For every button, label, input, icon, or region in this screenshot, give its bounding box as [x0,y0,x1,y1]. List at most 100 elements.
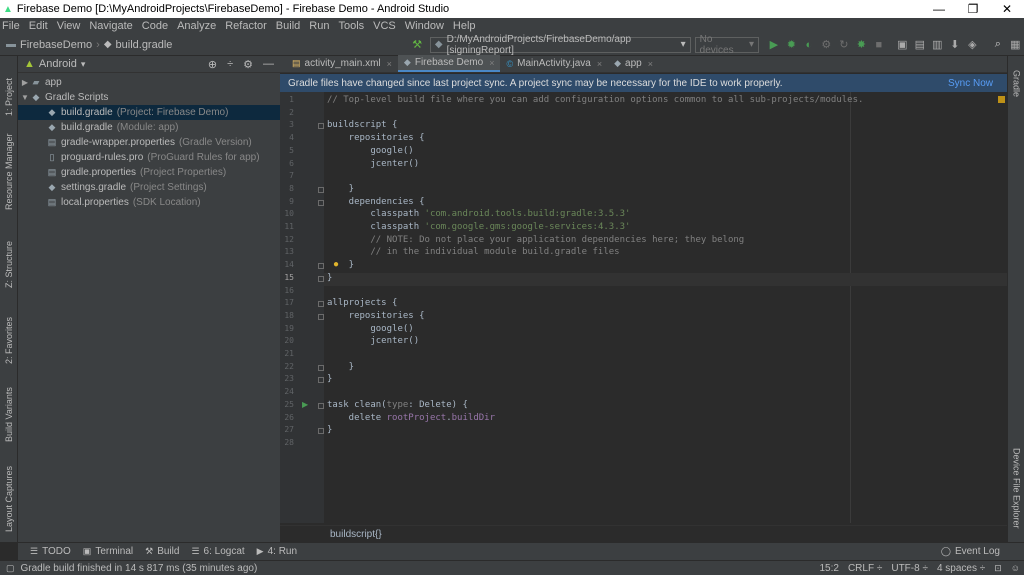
menu-edit[interactable]: Edit [29,20,48,32]
tab-favorites[interactable]: 2: Favorites [0,306,18,364]
assistant-icon[interactable]: ◈ [964,38,982,51]
tree-item[interactable]: ▤ local.properties (SDK Location) [18,195,280,210]
tab-build-variants[interactable]: Build Variants [0,378,18,442]
caret-position[interactable]: 15:2 [819,563,838,574]
breadcrumb-file[interactable]: build.gradle [116,39,173,51]
sync-project-icon[interactable]: ▣ [894,38,912,51]
editor-tab[interactable]: ◆ app × [608,55,659,72]
run-icon[interactable]: ▶ [765,38,783,51]
editor-tab[interactable]: © MainActivity.java × [500,55,608,72]
tree-item[interactable]: ◆ settings.gradle (Project Settings) [18,180,280,195]
tree-item[interactable]: ▯ proguard-rules.pro (ProGuard Rules for a… [18,150,280,165]
tab-structure[interactable]: Z: Structure [0,232,18,288]
menu-refactor[interactable]: Refactor [225,20,267,32]
right-margin-guide [850,92,851,523]
file-encoding[interactable]: UTF-8 ÷ [891,563,928,574]
profile-icon[interactable]: ◐ [800,39,818,51]
attach-debugger-icon[interactable]: ⚙ [818,38,836,51]
device-select[interactable]: No devices ▾ [694,33,760,56]
chevron-down-icon: ▾ [749,39,755,50]
indent-setting[interactable]: 4 spaces ÷ [937,563,985,574]
menu-file[interactable]: File [2,20,20,32]
line-separator[interactable]: CRLF ÷ [848,563,882,574]
code-line: repositories { [327,310,425,321]
close-icon[interactable]: × [489,58,494,68]
chevron-down-icon[interactable]: ▼ [20,93,30,102]
search-icon[interactable]: ⌕ [989,38,1007,51]
menu-window[interactable]: Window [405,20,444,32]
project-view-select[interactable]: Android [39,58,77,70]
tree-item[interactable]: ◆ build.gradle (Module: app) [18,120,280,135]
menu-help[interactable]: Help [453,20,476,32]
maximize-button[interactable]: ❐ [956,2,990,16]
coverage-icon[interactable]: ✸ [853,38,871,51]
lock-icon[interactable]: ⊡ [994,563,1002,574]
line-number: 24 [284,387,294,397]
menu-code[interactable]: Code [142,20,168,32]
layout-toggle-icon[interactable]: ▢ [6,563,15,574]
debug-icon[interactable]: ✹ [783,38,801,51]
avd-manager-icon[interactable]: ▥ [929,38,947,51]
line-number: 26 [284,412,294,422]
sdk-manager-icon[interactable]: ⬇ [946,38,964,51]
tree-item[interactable]: ▤ gradle.properties (Project Properties) [18,165,280,180]
breadcrumb-project[interactable]: FirebaseDemo [20,39,92,51]
menu-run[interactable]: Run [309,20,329,32]
close-icon[interactable]: × [597,59,602,69]
make-project-hammer-icon[interactable]: ⚒ [408,38,426,51]
status-bar: ▢ Gradle build finished in 14 s 817 ms (… [0,560,1024,575]
code-editor[interactable]: // Top-level build file where you can ad… [324,92,1007,523]
menu-analyze[interactable]: Analyze [177,20,216,32]
run-configuration-select[interactable]: ◆ D:/MyAndroidProjects/FirebaseDemo/app … [429,34,691,56]
editor-tab[interactable]: ◆ Firebase Demo × [397,55,501,72]
bottom-tool-label: Terminal [95,546,134,557]
bottom-tool-button[interactable]: ⚒ Build [145,546,179,557]
tab-layout-captures[interactable]: Layout Captures [0,460,18,532]
sync-now-link[interactable]: Sync Now [948,78,993,89]
code-line: jcenter() [327,336,420,347]
menu-vcs[interactable]: VCS [373,20,396,32]
bottom-tool-button[interactable]: ☰ 6: Logcat [191,546,244,557]
close-button[interactable]: ✕ [990,2,1024,16]
bottom-tool-button[interactable]: ▶ 4: Run [257,546,297,557]
chevron-down-icon[interactable]: ▾ [81,59,86,70]
minimize-button[interactable]: — [922,2,956,16]
lightbulb-icon[interactable]: ● [333,259,339,270]
tree-item[interactable]: ▶ ▰ app [18,75,280,90]
line-number: 11 [284,222,294,231]
tab-project[interactable]: 1: Project [0,62,18,116]
chevron-right-icon[interactable]: ▶ [20,78,30,87]
menu-build[interactable]: Build [276,20,300,32]
tree-item[interactable]: ▤ gradle-wrapper.properties (Gradle Versio… [18,135,280,150]
close-icon[interactable]: × [648,59,653,69]
layout-icon[interactable]: ▦ [1007,38,1024,51]
editor-breadcrumb-item[interactable]: buildscript{} [330,529,382,540]
collapse-all-icon[interactable]: ÷ [227,58,233,70]
project-panel: ▲ Android ▾ ⊕ ÷ ⚙ — ▶ ▰ app ▼ ◆ Gradle Script… [18,56,280,542]
warning-marker[interactable] [998,96,1005,103]
locate-icon[interactable]: ⊕ [208,58,217,71]
tree-item-hint: (Project Properties) [140,167,227,178]
hide-panel-icon[interactable]: — [263,58,274,70]
bottom-tool-button[interactable]: ▣ Terminal [83,546,133,557]
menu-view[interactable]: View [57,20,81,32]
project-structure-icon[interactable]: ▤ [911,38,929,51]
tab-device-file-explorer[interactable]: Device File Explorer [1008,448,1024,540]
close-icon[interactable]: × [387,59,392,69]
tree-item[interactable]: ◆ build.gradle (Project: Firebase Demo) [18,105,280,120]
tab-resource-manager[interactable]: Resource Manager [0,128,18,210]
bottom-tool-button[interactable]: ☰ TODO [30,546,71,557]
event-log-button[interactable]: ◯ Event Log [941,546,1000,557]
tab-gradle[interactable]: Gradle [1008,70,1024,110]
tree-item[interactable]: ▼ ◆ Gradle Scripts [18,90,280,105]
apply-changes-icon[interactable]: ↻ [835,38,853,51]
device-select-value: No devices [699,33,734,56]
inspector-icon[interactable]: ☺ [1011,563,1020,573]
menu-tools[interactable]: Tools [338,20,364,32]
menu-navigate[interactable]: Navigate [89,20,132,32]
status-message[interactable]: Gradle build finished in 14 s 817 ms (35… [21,563,258,574]
run-gutter-icon[interactable]: ▶ [302,400,308,409]
editor-tab[interactable]: ▤ activity_main.xml × [286,55,398,72]
stop-icon[interactable]: ■ [870,39,888,51]
gear-icon[interactable]: ⚙ [243,58,253,71]
